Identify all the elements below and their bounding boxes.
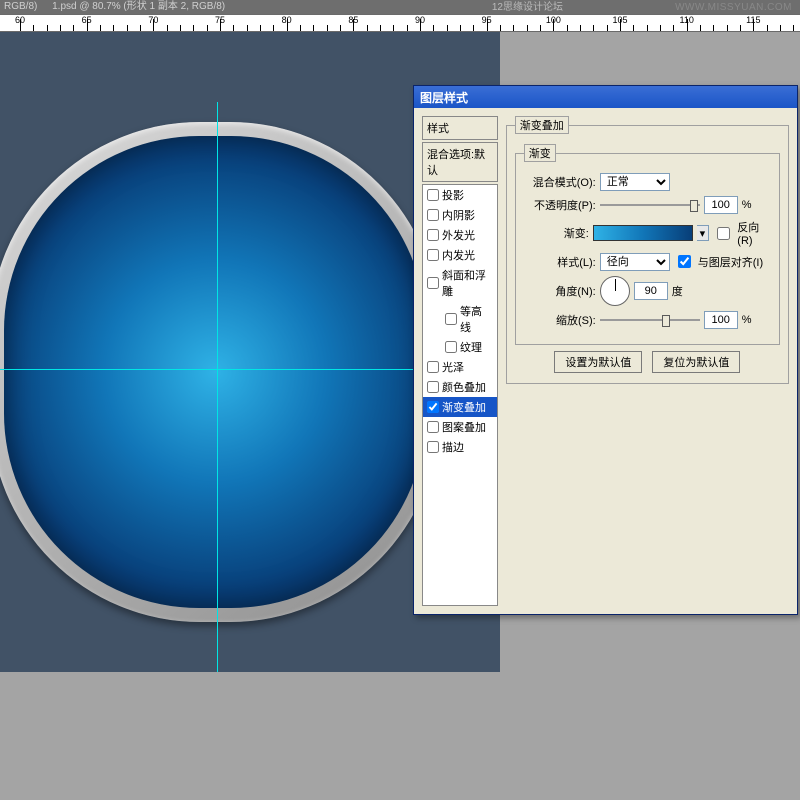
dialog-title: 图层样式 [420,89,468,106]
style-checkbox[interactable] [445,313,457,325]
style-checkbox[interactable] [445,341,457,353]
style-checkbox[interactable] [427,421,439,433]
set-default-button[interactable]: 设置为默认值 [554,351,642,373]
style-checkbox[interactable] [427,189,439,201]
blue-gradient-shape[interactable] [0,122,440,622]
reverse-checkbox[interactable] [717,227,730,240]
ruler-label: 80 [282,15,292,25]
reverse-label: 反向(R) [737,219,771,247]
style-item-label: 描边 [442,439,464,455]
style-checkbox[interactable] [427,229,439,241]
tab-label[interactable]: RGB/8) [4,1,37,12]
style-item-0[interactable]: 投影 [423,185,497,205]
style-item-6[interactable]: 纹理 [423,337,497,357]
style-checkbox[interactable] [427,361,439,373]
gradient-overlay-group: 渐变叠加 渐变 混合模式(O): 正常 不透明度(P): % [506,116,789,384]
styles-list: 投影内阴影外发光内发光斜面和浮雕等高线纹理光泽颜色叠加渐变叠加图案叠加描边 [422,184,498,606]
style-item-5[interactable]: 等高线 [423,301,497,337]
ruler-label: 95 [482,15,492,25]
style-label: 样式(L): [524,254,596,270]
reset-default-button[interactable]: 复位为默认值 [652,351,740,373]
style-item-label: 渐变叠加 [442,399,486,415]
ruler-label: 85 [348,15,358,25]
style-item-7[interactable]: 光泽 [423,357,497,377]
style-checkbox[interactable] [427,209,439,221]
style-checkbox[interactable] [427,441,439,453]
scale-input[interactable] [704,311,738,329]
style-item-label: 纹理 [460,339,482,355]
watermark-cn: 12思缘设计论坛 [492,1,563,14]
align-checkbox[interactable] [678,255,691,268]
inner-title: 渐变 [524,144,556,162]
layer-style-dialog: 图层样式 样式 混合选项:默认 投影内阴影外发光内发光斜面和浮雕等高线纹理光泽颜… [413,85,798,615]
blend-mode-select[interactable]: 正常 [600,173,670,191]
angle-input[interactable] [634,282,668,300]
ruler-label: 105 [612,15,627,25]
angle-label: 角度(N): [524,283,596,299]
align-label: 与图层对齐(I) [698,254,763,270]
ruler-label: 110 [679,15,693,25]
ruler-label: 70 [148,15,158,25]
dialog-titlebar[interactable]: 图层样式 [414,86,797,108]
chevron-down-icon[interactable]: ▾ [697,225,710,241]
style-item-2[interactable]: 外发光 [423,225,497,245]
opacity-unit: % [742,199,752,211]
ruler-label: 60 [15,15,25,25]
style-select[interactable]: 径向 [600,253,670,271]
style-item-label: 投影 [442,187,464,203]
style-item-11[interactable]: 描边 [423,437,497,457]
scale-label: 缩放(S): [524,312,596,328]
ruler-label: 100 [546,15,561,25]
style-item-1[interactable]: 内阴影 [423,205,497,225]
ruler-label: 65 [82,15,92,25]
style-item-label: 内发光 [442,247,475,263]
styles-header[interactable]: 样式 [422,116,498,140]
ruler-label: 75 [215,15,225,25]
style-checkbox[interactable] [427,401,439,413]
gradient-inner-group: 渐变 混合模式(O): 正常 不透明度(P): % 渐变 [515,144,780,345]
style-item-label: 图案叠加 [442,419,486,435]
tab-label[interactable]: 1.psd @ 80.7% (形状 1 副本 2, RGB/8) [52,1,225,12]
blend-mode-label: 混合模式(O): [524,174,596,190]
style-checkbox[interactable] [427,249,439,261]
opacity-slider[interactable] [600,198,700,212]
style-item-label: 外发光 [442,227,475,243]
group-title: 渐变叠加 [515,116,569,134]
scale-slider[interactable] [600,313,700,327]
style-item-4[interactable]: 斜面和浮雕 [423,265,497,301]
style-checkbox[interactable] [427,381,439,393]
watermark: WWW.MISSYUAN.COM [675,2,792,13]
opacity-input[interactable] [704,196,738,214]
style-item-label: 颜色叠加 [442,379,486,395]
style-item-10[interactable]: 图案叠加 [423,417,497,437]
style-item-9[interactable]: 渐变叠加 [423,397,497,417]
style-item-label: 内阴影 [442,207,475,223]
style-item-label: 等高线 [460,303,493,335]
ruler-label: 90 [415,15,425,25]
style-item-8[interactable]: 颜色叠加 [423,377,497,397]
gradient-swatch[interactable] [593,225,693,241]
style-item-3[interactable]: 内发光 [423,245,497,265]
style-item-label: 光泽 [442,359,464,375]
scale-unit: % [742,314,752,326]
angle-unit: 度 [672,283,683,299]
ruler-label: 115 [746,15,760,25]
horizontal-ruler: 60 65 70 75 80 85 90 95 100 105 110 115 [0,14,800,32]
style-checkbox[interactable] [427,277,439,289]
angle-dial[interactable] [600,276,630,306]
style-item-label: 斜面和浮雕 [442,267,493,299]
blend-header[interactable]: 混合选项:默认 [422,142,498,182]
opacity-label: 不透明度(P): [524,197,596,213]
gradient-label: 渐变: [524,225,589,241]
